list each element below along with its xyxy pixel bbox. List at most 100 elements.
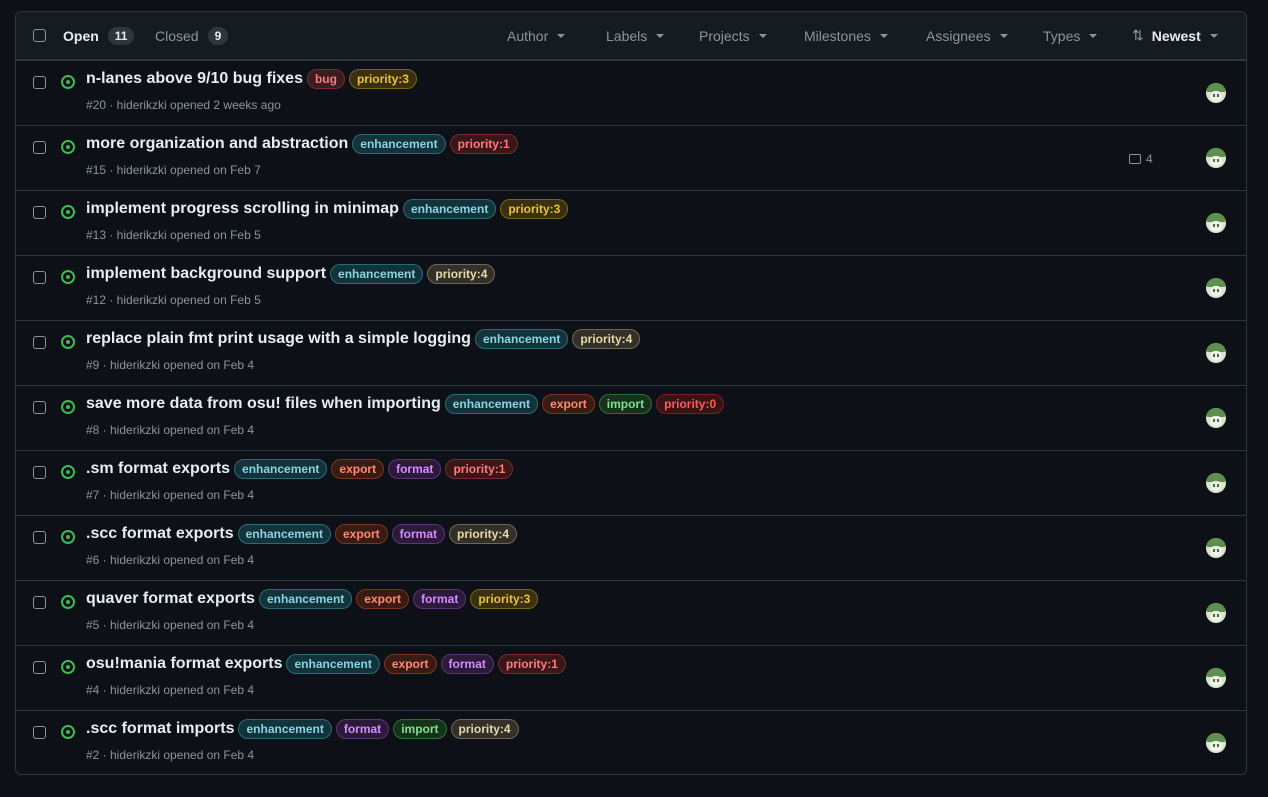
issue-row[interactable]: n-lanes above 9/10 bug fixes bug priority…	[16, 60, 1246, 124]
issue-label[interactable]: import	[598, 394, 653, 414]
issue-label[interactable]: priority:4	[449, 524, 518, 544]
issue-label[interactable]: export	[356, 589, 409, 609]
issue-label[interactable]: format	[440, 654, 494, 674]
issue-label[interactable]: priority:3	[348, 69, 417, 89]
issue-label[interactable]: priority:4	[450, 719, 519, 739]
issue-label[interactable]: enhancement	[234, 459, 328, 479]
issue-label[interactable]: format	[335, 719, 390, 739]
issue-row[interactable]: .scc format imports enhancement format imp…	[16, 710, 1246, 774]
issue-title-link[interactable]: replace plain fmt print usage with a sim…	[86, 330, 471, 348]
closed-issues-tab[interactable]: Closed 9	[155, 12, 229, 59]
assignee-avatar[interactable]	[1206, 603, 1226, 623]
issue-title-link[interactable]: quaver format exports	[86, 590, 255, 608]
assignee-avatar[interactable]	[1206, 83, 1226, 103]
issue-label[interactable]: enhancement	[474, 329, 569, 349]
assignee-avatar[interactable]	[1206, 213, 1226, 233]
issue-title-line: more organization and abstraction enhanc…	[86, 134, 522, 154]
issue-label[interactable]: format	[412, 589, 467, 609]
assignee-avatar[interactable]	[1206, 668, 1226, 688]
issue-label[interactable]: format	[388, 459, 442, 479]
issue-row[interactable]: save more data from osu! files when impo…	[16, 385, 1246, 449]
issue-checkbox[interactable]	[33, 336, 46, 349]
issue-label[interactable]: priority:3	[500, 199, 569, 219]
issue-label[interactable]: priority:4	[572, 329, 641, 349]
labels-filter[interactable]: Labels	[606, 12, 665, 59]
issue-labels: enhancement export format priority:3	[258, 589, 542, 609]
issue-title-link[interactable]: .scc format exports	[86, 525, 234, 543]
issue-title-link[interactable]: more organization and abstraction	[86, 135, 348, 153]
avatar-face	[1210, 91, 1222, 101]
issue-label[interactable]: enhancement	[237, 524, 331, 544]
issue-label[interactable]: enhancement	[444, 394, 539, 414]
assignee-avatar[interactable]	[1206, 538, 1226, 558]
avatar-face	[1210, 416, 1222, 426]
issue-label[interactable]: enhancement	[238, 719, 332, 739]
issue-checkbox[interactable]	[33, 726, 46, 739]
issue-checkbox[interactable]	[33, 271, 46, 284]
issue-checkbox[interactable]	[33, 76, 46, 89]
issue-label[interactable]: priority:4	[427, 264, 496, 284]
issue-checkbox[interactable]	[33, 401, 46, 414]
issue-label[interactable]: enhancement	[286, 654, 380, 674]
issue-title-link[interactable]: save more data from osu! files when impo…	[86, 395, 441, 413]
avatar-eye	[1213, 224, 1215, 227]
issue-row[interactable]: more organization and abstraction enhanc…	[16, 125, 1246, 189]
assignee-avatar[interactable]	[1206, 343, 1226, 363]
issue-label[interactable]: priority:1	[449, 134, 518, 154]
issue-row[interactable]: replace plain fmt print usage with a sim…	[16, 320, 1246, 384]
issue-row[interactable]: implement background support enhancement…	[16, 255, 1246, 319]
issue-label[interactable]: bug	[306, 69, 345, 89]
avatar-eye	[1213, 744, 1215, 747]
issue-row[interactable]: quaver format exports enhancement export f…	[16, 580, 1246, 644]
issue-label[interactable]: export	[542, 394, 595, 414]
sort-dropdown[interactable]: ⇅ Newest	[1132, 12, 1218, 59]
issue-label[interactable]: enhancement	[402, 199, 497, 219]
issue-label[interactable]: priority:0	[656, 394, 725, 414]
issue-label[interactable]: enhancement	[330, 264, 424, 284]
open-issues-tab[interactable]: Open 11	[63, 12, 135, 59]
issue-title-link[interactable]: .scc format imports	[86, 720, 234, 738]
issue-label[interactable]: priority:3	[470, 589, 539, 609]
issue-label[interactable]: enhancement	[258, 589, 353, 609]
milestones-filter[interactable]: Milestones	[804, 12, 888, 59]
avatar-eye	[1217, 419, 1219, 422]
issue-row[interactable]: osu!mania format exports enhancement expo…	[16, 645, 1246, 709]
issue-checkbox[interactable]	[33, 531, 46, 544]
assignee-avatar[interactable]	[1206, 278, 1226, 298]
issue-checkbox[interactable]	[33, 141, 46, 154]
issue-label[interactable]: enhancement	[352, 134, 446, 154]
issue-row[interactable]: .sm format exports enhancement export form…	[16, 450, 1246, 514]
author-filter[interactable]: Author	[507, 12, 566, 59]
issue-label[interactable]: export	[334, 524, 388, 544]
issue-label[interactable]: priority:1	[445, 459, 514, 479]
comments-link[interactable]: 4	[1129, 152, 1153, 166]
assignee-avatar[interactable]	[1206, 148, 1226, 168]
avatar-eye	[1217, 159, 1219, 162]
issue-label[interactable]: export	[383, 654, 437, 674]
issue-checkbox[interactable]	[33, 661, 46, 674]
assignee-avatar[interactable]	[1206, 733, 1226, 753]
assignee-avatar[interactable]	[1206, 473, 1226, 493]
issue-title-link[interactable]: implement background support	[86, 265, 326, 283]
issue-checkbox[interactable]	[33, 466, 46, 479]
issue-title-link[interactable]: .sm format exports	[86, 460, 230, 478]
assignee-avatar[interactable]	[1206, 408, 1226, 428]
issue-label[interactable]: priority:1	[497, 654, 566, 674]
issue-checkbox[interactable]	[33, 596, 46, 609]
issue-row[interactable]: implement progress scrolling in minimap …	[16, 190, 1246, 254]
issue-label[interactable]: export	[331, 459, 385, 479]
assignees-filter-label: Assignees	[926, 27, 991, 44]
issue-title-link[interactable]: n-lanes above 9/10 bug fixes	[86, 70, 303, 88]
projects-filter[interactable]: Projects	[699, 12, 767, 59]
assignees-filter[interactable]: Assignees	[926, 12, 1008, 59]
issue-title-line: quaver format exports enhancement export f…	[86, 589, 542, 609]
issue-label[interactable]: format	[391, 524, 445, 544]
issue-title-link[interactable]: osu!mania format exports	[86, 655, 282, 673]
issue-checkbox[interactable]	[33, 206, 46, 219]
types-filter[interactable]: Types	[1043, 12, 1098, 59]
issue-label[interactable]: import	[393, 719, 447, 739]
avatar-eye	[1213, 94, 1215, 97]
issue-row[interactable]: .scc format exports enhancement export for…	[16, 515, 1246, 579]
select-all-checkbox[interactable]	[33, 29, 46, 42]
issue-title-link[interactable]: implement progress scrolling in minimap	[86, 200, 399, 218]
